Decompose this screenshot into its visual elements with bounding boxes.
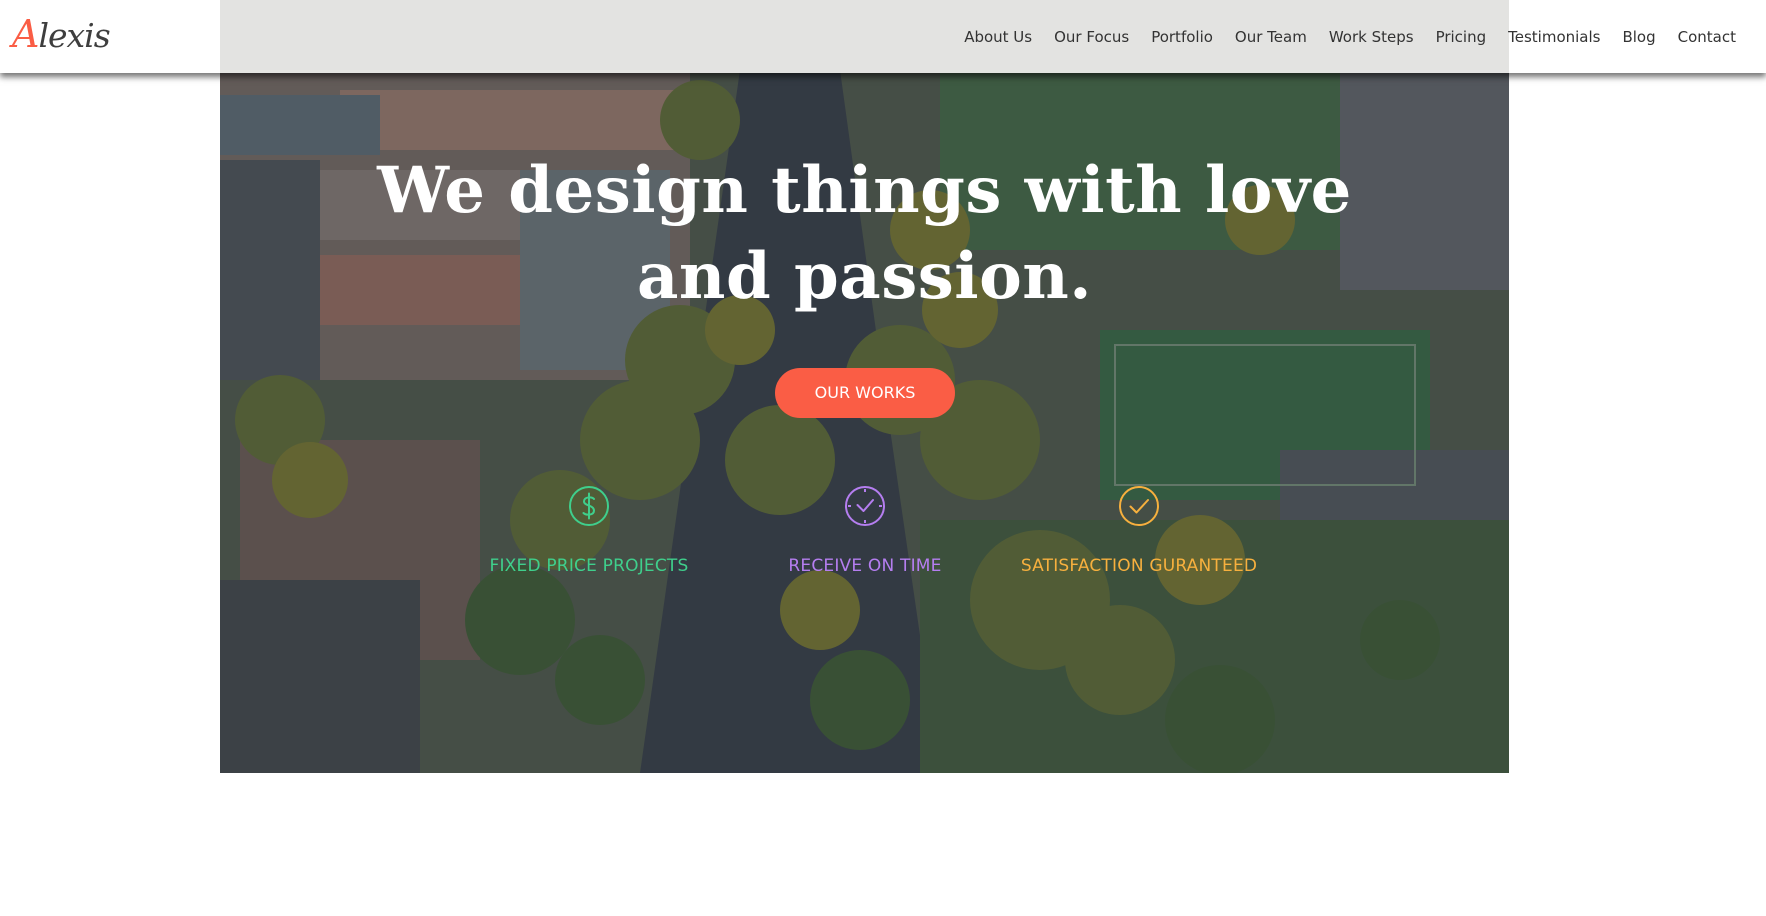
nav-item-our-team[interactable]: Our Team <box>1235 28 1307 46</box>
feature-fixed-price: FIXED PRICE PROJECTS <box>449 484 729 576</box>
checkmark-circle-icon <box>1119 486 1159 526</box>
clock-check-icon <box>845 486 885 526</box>
nav-item-portfolio[interactable]: Portfolio <box>1151 28 1213 46</box>
site-header: Alexis About Us Our Focus Portfolio Our … <box>0 0 1766 73</box>
hero-headline: We design things with love and passion. <box>220 148 1509 320</box>
headline-line-2: and passion. <box>636 239 1093 314</box>
nav-item-blog[interactable]: Blog <box>1622 28 1655 46</box>
feature-satisfaction: SATISFACTION GURANTEED <box>999 484 1279 576</box>
brand-logo[interactable]: Alexis <box>12 12 111 56</box>
nav-item-contact[interactable]: Contact <box>1678 28 1736 46</box>
feature-label: SATISFACTION GURANTEED <box>1020 556 1258 576</box>
nav-item-work-steps[interactable]: Work Steps <box>1329 28 1414 46</box>
nav-item-our-focus[interactable]: Our Focus <box>1054 28 1129 46</box>
headline-line-1: We design things with love <box>377 153 1352 228</box>
dollar-circle-icon <box>569 486 609 526</box>
logo-text: lexis <box>38 16 110 55</box>
hero-section: We design things with love and passion. … <box>220 0 1509 773</box>
nav-item-about-us[interactable]: About Us <box>964 28 1032 46</box>
feature-on-time: RECEIVE ON TIME <box>725 484 1005 576</box>
nav-item-testimonials[interactable]: Testimonials <box>1508 28 1600 46</box>
feature-label: RECEIVE ON TIME <box>788 556 942 576</box>
nav-item-pricing[interactable]: Pricing <box>1436 28 1487 46</box>
our-works-button[interactable]: OUR WORKS <box>775 368 955 418</box>
main-nav: About Us Our Focus Portfolio Our Team Wo… <box>942 0 1766 73</box>
feature-label: FIXED PRICE PROJECTS <box>489 556 689 576</box>
logo-first-letter: A <box>12 12 39 56</box>
